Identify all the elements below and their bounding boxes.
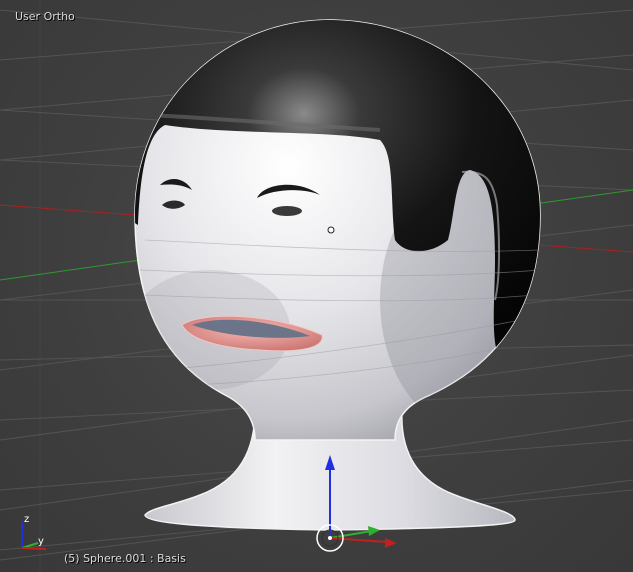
view-label: User Ortho bbox=[15, 10, 75, 23]
viewport-canvas[interactable]: z y bbox=[0, 0, 633, 572]
3d-viewport[interactable]: z y User Ortho (5) Sphere.001 : Basis bbox=[0, 0, 633, 572]
gizmo-y-label: y bbox=[38, 536, 44, 547]
head-mesh[interactable] bbox=[129, 18, 560, 441]
3d-cursor-dot[interactable] bbox=[327, 226, 335, 234]
orientation-gizmo: z y bbox=[21, 514, 47, 550]
active-object-label: (5) Sphere.001 : Basis bbox=[64, 552, 186, 565]
gizmo-z-label: z bbox=[24, 514, 29, 525]
